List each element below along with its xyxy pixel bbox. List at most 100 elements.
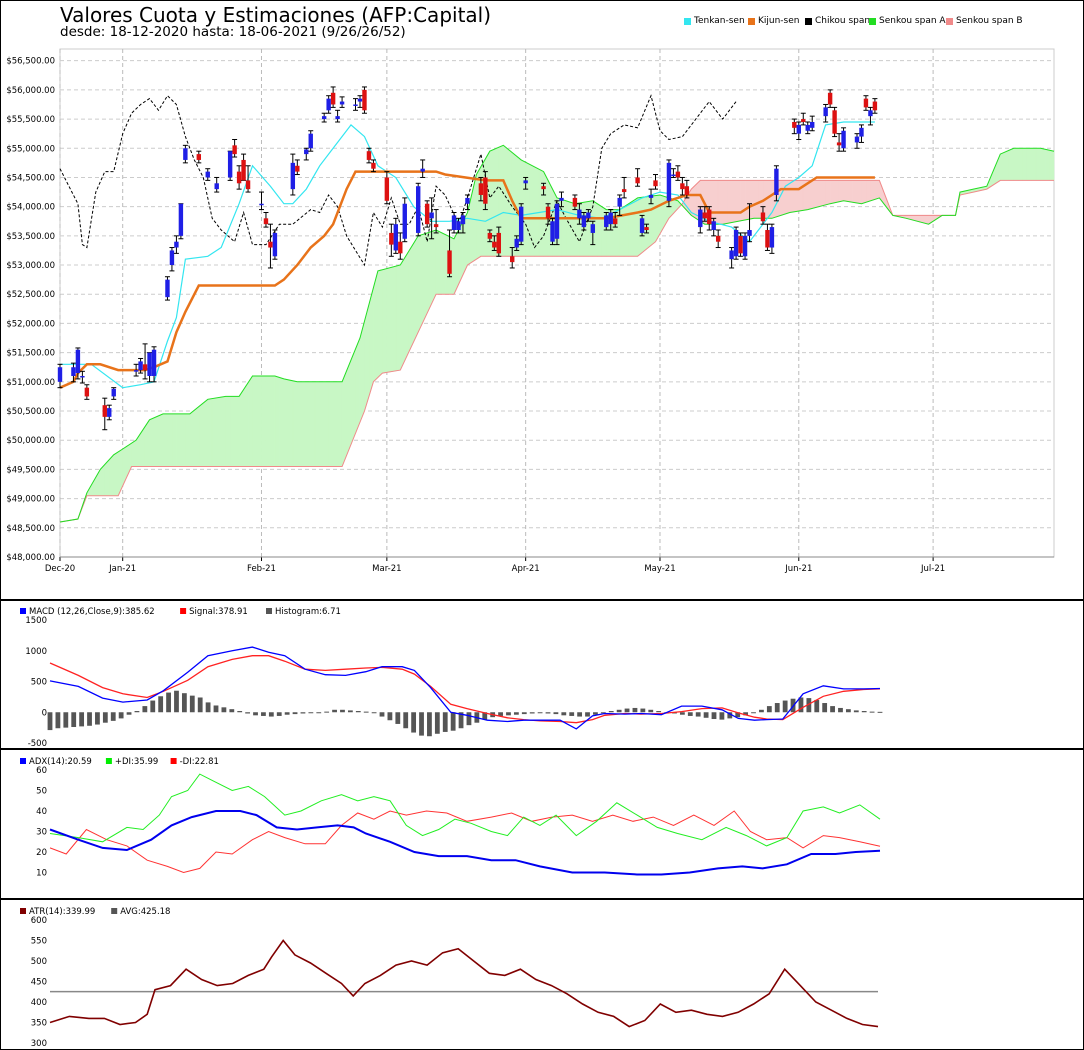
- candle-body: [151, 349, 157, 376]
- histogram-bar: [719, 712, 725, 720]
- cloud-fill: [820, 180, 826, 207]
- y-tick-label: $52,000.00: [6, 319, 55, 329]
- candle-body: [666, 162, 672, 201]
- histogram-bar: [95, 712, 100, 725]
- candle-body: [523, 180, 528, 184]
- candle-body: [635, 177, 640, 184]
- y-tick-label: $48,500.00: [6, 524, 55, 534]
- histogram-bar: [166, 692, 171, 713]
- histogram-bar: [838, 707, 843, 713]
- y-tick-label: -500: [28, 739, 47, 749]
- y-tick-label: $56,000.00: [6, 86, 55, 96]
- cloud-fill: [279, 377, 285, 467]
- candle-body: [653, 180, 658, 187]
- cloud-fill: [453, 229, 459, 295]
- histogram-bar: [537, 712, 543, 714]
- cloud-fill: [417, 233, 423, 333]
- cloud-fill: [220, 396, 226, 467]
- cloud-fill: [1031, 147, 1037, 181]
- cloud-fill: [740, 180, 746, 222]
- histogram-bar: [766, 706, 772, 713]
- candle-body: [715, 235, 721, 242]
- candle-body: [295, 165, 300, 172]
- candle-body: [698, 209, 703, 228]
- candle-body: [836, 142, 842, 146]
- cloud-fill: [341, 370, 347, 467]
- candle-body: [765, 230, 770, 248]
- candle-body: [366, 151, 372, 160]
- y-tick-label: 550: [31, 937, 47, 947]
- legend-swatch: [20, 908, 26, 914]
- candle-body: [232, 145, 237, 155]
- cloud-fill: [158, 413, 164, 467]
- candle-body: [518, 206, 524, 242]
- cloud-fill: [480, 157, 486, 257]
- legend-swatch: [266, 608, 272, 614]
- cloud-fill: [265, 375, 271, 467]
- cloud-fill: [194, 406, 200, 467]
- cloud-fill: [816, 180, 822, 208]
- candle-body: [644, 227, 649, 231]
- cloud-fill: [211, 397, 218, 467]
- candle-body: [832, 110, 837, 134]
- cloud-fill: [153, 415, 159, 467]
- histogram-bar: [134, 711, 140, 713]
- cloud-fill: [189, 409, 195, 467]
- candle-body: [572, 197, 578, 207]
- cloud-fill: [1004, 149, 1010, 181]
- cloud-fill: [561, 198, 567, 257]
- candle-body: [424, 203, 430, 225]
- candle-body: [590, 224, 596, 233]
- candle-body: [178, 203, 184, 236]
- candle-body: [796, 124, 801, 134]
- histogram-bar: [711, 712, 717, 720]
- candle-body: [868, 110, 873, 117]
- candle-body: [465, 197, 470, 204]
- legend-label: ATR(14):339.99: [29, 907, 95, 917]
- histogram-bar: [110, 712, 116, 721]
- cloud-fill: [238, 388, 244, 467]
- candle-body: [71, 367, 76, 376]
- cloud-fill: [489, 148, 495, 257]
- cloud-fill: [865, 180, 871, 203]
- cloud-fill: [502, 144, 509, 257]
- plot-area: [59, 48, 1055, 558]
- cloud-fill: [167, 413, 173, 467]
- candle-body: [617, 197, 622, 207]
- candle-body: [604, 215, 609, 228]
- histogram-bar: [434, 712, 440, 734]
- legend-swatch: [180, 608, 187, 614]
- cloud-fill: [270, 375, 276, 467]
- candle-body: [729, 250, 734, 260]
- chart-canvas: $48,000.00 $48,500.00 $49,000.00 $49,500.00…: [6, 48, 1074, 1049]
- y-tick-label: 300: [31, 1039, 47, 1049]
- cloud-fill: [131, 439, 137, 467]
- candle-body: [639, 218, 645, 233]
- histogram-bar: [253, 712, 258, 716]
- cloud-fill: [1013, 147, 1019, 181]
- candle-body: [326, 98, 331, 111]
- x-tick-label: Jan-21: [108, 564, 136, 574]
- histogram-bar: [87, 712, 92, 726]
- histogram-bar: [529, 712, 535, 714]
- candle-body: [429, 212, 434, 219]
- legend-label: -DI:22.81: [180, 757, 219, 767]
- cloud-fill: [1017, 147, 1023, 181]
- candle-body: [111, 388, 116, 397]
- y-tick-label: 50: [36, 787, 47, 797]
- cloud-fill: [399, 256, 406, 371]
- cloud-fill: [144, 418, 150, 467]
- histogram-bar: [300, 712, 306, 714]
- histogram-bar: [268, 712, 274, 717]
- cloud-fill: [852, 180, 858, 204]
- candle-body: [174, 241, 179, 248]
- candle-body: [854, 136, 860, 143]
- histogram-bar: [608, 711, 614, 713]
- legend-label: Histogram:6.71: [275, 607, 341, 617]
- candle-body: [138, 361, 143, 371]
- histogram-bar: [466, 712, 472, 726]
- candle-body: [227, 151, 233, 178]
- cloud-fill: [623, 203, 629, 257]
- candle-body: [107, 408, 112, 417]
- histogram-bar: [126, 712, 132, 715]
